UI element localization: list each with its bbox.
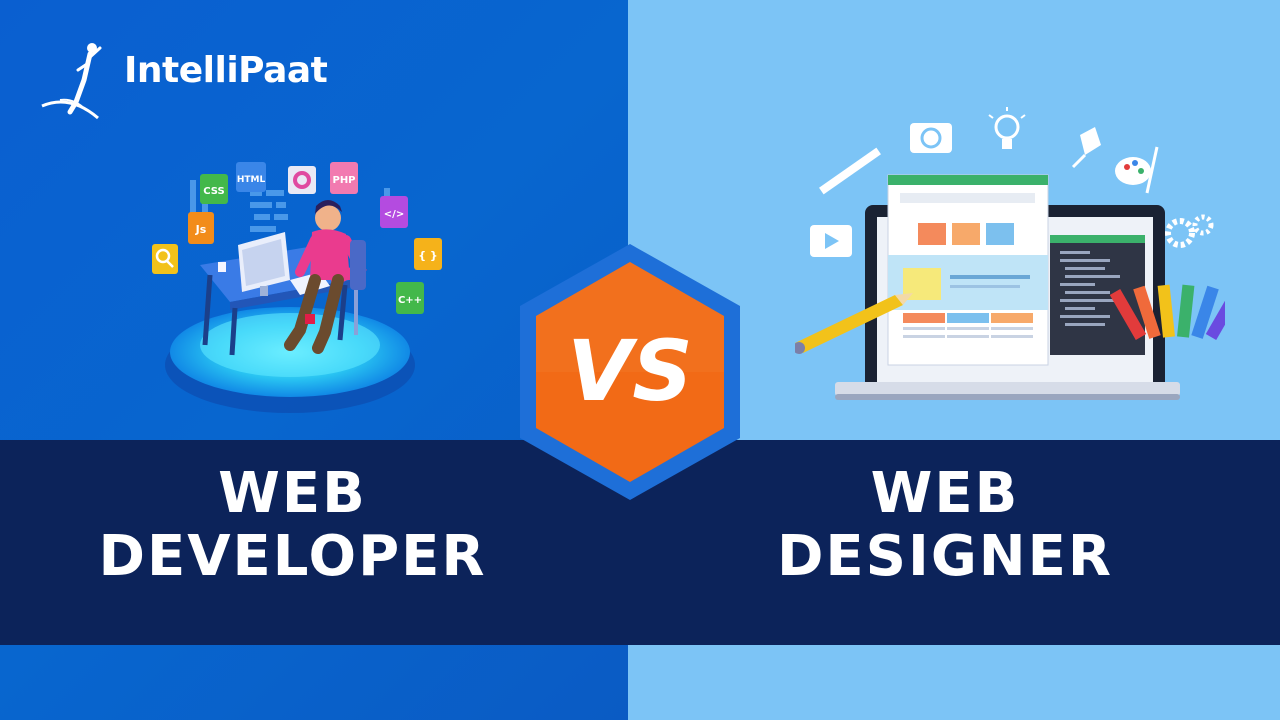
gears-icon <box>1165 214 1214 248</box>
camera-icon <box>910 123 952 153</box>
gears-badge <box>288 166 316 194</box>
search-icon <box>152 244 178 274</box>
code-tag-label: </> <box>384 209 404 220</box>
vs-badge: VS <box>520 244 740 500</box>
braces-label: { } <box>418 249 438 262</box>
html-label: HTML <box>237 175 266 185</box>
web-designer-illustration <box>795 107 1225 400</box>
css-badge: CSS <box>200 174 228 204</box>
logo-figure-icon <box>41 43 102 120</box>
web-designer-title-line1: WEB <box>870 461 1020 526</box>
web-developer-title-line1: WEB <box>218 461 367 526</box>
braces-badge: { } <box>414 238 442 270</box>
web-developer-title: WEB DEVELOPER <box>40 462 545 588</box>
js-badge: Js <box>188 212 214 244</box>
palette-icon <box>1115 146 1159 194</box>
css-label: CSS <box>203 186 224 197</box>
js-label: Js <box>195 223 207 236</box>
pen-nib-icon <box>1071 127 1101 169</box>
logo-text: IntelliPaat <box>124 50 328 91</box>
html-badge: HTML <box>236 162 266 192</box>
web-designer-title: WEB DESIGNER <box>720 462 1170 588</box>
php-badge: PHP <box>330 162 358 194</box>
tech-badges: CSS HTML PHP </> Js { } C++ <box>152 162 442 314</box>
web-designer-title-line2: DESIGNER <box>776 524 1114 589</box>
intellipaat-logo: IntelliPaat <box>40 40 328 120</box>
laptop-base <box>835 382 1180 396</box>
code-tag-badge: </> <box>380 196 408 228</box>
vs-text: VS <box>567 322 693 420</box>
lightbulb-icon <box>988 107 1026 149</box>
web-developer-title-line2: DEVELOPER <box>98 524 487 589</box>
play-video-icon <box>810 225 852 257</box>
cpp-badge: C++ <box>396 282 424 314</box>
php-label: PHP <box>332 175 355 186</box>
ruler-icon <box>819 147 881 195</box>
cpp-label: C++ <box>398 295 422 306</box>
